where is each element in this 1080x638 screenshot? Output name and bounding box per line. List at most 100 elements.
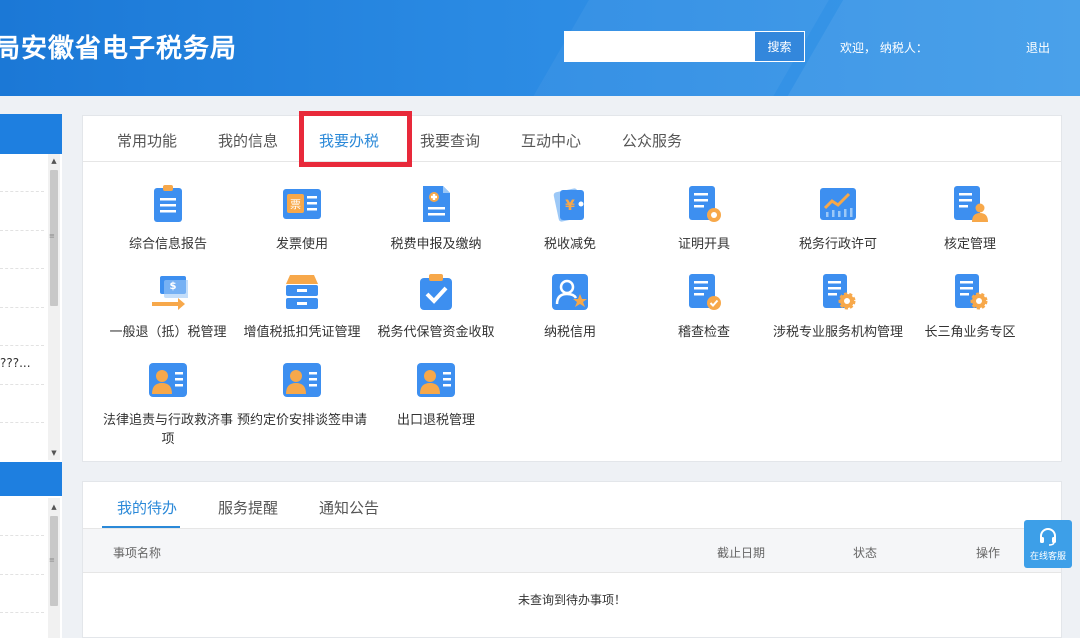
tile-label: 预约定价安排谈签申请 [236,413,367,428]
tab-query[interactable]: 我要查询 [420,130,480,151]
tile-yangtze-delta[interactable]: 长三角业务专区 [903,272,1037,342]
sidebar-divider [0,307,44,308]
column-header-action: 操作 [976,546,1001,560]
admin-permit-chart-icon [820,188,856,220]
function-panel: 常用功能 我的信息 我要办税 我要查询 互动中心 公众服务 综合信息报告 票 发… [82,111,1062,462]
scroll-grip-icon: ≡ [49,232,55,240]
tile-label: 证明开具 [677,237,730,252]
todo-panel: 我的待办 服务提醒 通知公告 事项名称 截止日期 状态 操作 未查询到待办事项！ [82,481,1062,638]
sidebar-divider [0,345,44,346]
sidebar-item[interactable]: ???... [0,356,31,370]
tab-notice[interactable]: 通知公告 [319,497,379,518]
tile-label: 税费申报及缴纳 [390,237,482,252]
todo-tabbar: 我的待办 服务提醒 通知公告 [83,482,1061,529]
tile-label: 增值税抵扣凭证管理 [243,325,361,340]
verification-mgmt-icon [954,186,988,222]
sidebar-panel-header [0,462,62,496]
tile-admin-permit[interactable]: 税务行政许可 [771,184,905,254]
tile-label: 涉税专业服务机构管理 [772,325,903,340]
tab-common-functions[interactable]: 常用功能 [117,130,177,151]
tile-tax-credit[interactable]: 纳税信用 [503,272,637,342]
credit-user-star-icon [552,274,588,310]
header-banner: 局安徽省电子税务局 搜索 欢迎， 纳税人： 退出 [0,0,1080,96]
tile-label: 长三角业务专区 [924,325,1016,340]
refund-money-icon: $ [152,276,190,310]
sidebar-panel-bottom: ▲ ≡ [0,462,62,638]
tile-custody-funds[interactable]: 税务代保管资金收取 [369,272,503,342]
sidebar-divider [0,422,44,423]
tab-my-info[interactable]: 我的信息 [218,130,278,151]
tile-verification-mgmt[interactable]: 核定管理 [903,184,1037,254]
site-title: 局安徽省电子税务局 [0,34,238,64]
tile-certificate-issue[interactable]: 证明开具 [637,184,771,254]
headset-icon [1040,528,1056,546]
report-doc-icon [154,185,182,222]
scroll-up-arrow-icon[interactable]: ▲ [49,502,59,512]
agency-gear-icon [823,274,856,310]
yangtze-gear-icon [955,274,988,310]
sidebar-scrollbar[interactable]: ▲ ≡ [48,498,60,638]
tile-label: 出口退税管理 [396,413,475,428]
online-service-button[interactable]: 在线客服 [1024,520,1072,568]
tile-label: 稽查检查 [677,325,730,340]
sidebar-divider [0,191,44,192]
scroll-grip-icon: ≡ [49,556,55,564]
svg-text:¥: ¥ [565,198,575,214]
svg-text:$: $ [170,281,177,292]
tab-public-service[interactable]: 公众服务 [622,130,682,151]
welcome-text: 欢迎， 纳税人： [840,41,928,55]
tax-reduction-icon: ¥ [553,188,584,222]
scroll-down-arrow-icon[interactable]: ▼ [49,448,59,458]
sidebar-divider [0,574,44,575]
vat-cabinet-icon [286,275,318,309]
pricing-id-card-icon [283,363,321,397]
sidebar-scrollbar[interactable]: ▲ ≡ ▼ [48,154,60,460]
column-header-item-name: 事项名称 [113,546,162,560]
tile-label: 税收减免 [543,237,596,252]
tile-label: 税务行政许可 [798,237,877,252]
sidebar-panel-top: ???... ▲ ≡ ▼ [0,114,62,462]
custody-check-icon [420,274,452,310]
tab-interaction-center[interactable]: 互动中心 [521,130,581,151]
tile-label: 发票使用 [275,237,328,252]
tile-vat-deduction[interactable]: 增值税抵扣凭证管理 [235,272,369,342]
sidebar-divider [0,230,44,231]
tile-tax-reduction[interactable]: ¥ 税收减免 [503,184,637,254]
sidebar-divider [0,268,44,269]
function-tabbar: 常用功能 我的信息 我要办税 我要查询 互动中心 公众服务 [83,111,1061,167]
search-button[interactable]: 搜索 [754,31,805,62]
export-refund-id-card-icon [417,363,455,397]
tile-inspection[interactable]: 稽查检查 [637,272,771,342]
logout-link[interactable]: 退出 [1026,39,1050,56]
tile-label: 综合信息报告 [128,237,207,252]
tab-my-todo[interactable]: 我的待办 [117,497,177,518]
tile-export-refund[interactable]: 出口退税管理 [369,360,503,430]
sidebar-panel-header [0,114,62,154]
highlight-annotation [299,111,412,167]
tile-label: 税务代保管资金收取 [377,325,495,340]
tile-tax-declaration[interactable]: 税费申报及缴纳 [369,184,503,254]
online-service-label: 在线客服 [1029,552,1066,562]
sidebar-divider [0,612,44,613]
declaration-icon [423,186,450,222]
inspection-doc-icon [689,274,721,310]
legal-id-card-icon [149,363,187,397]
tile-label: 核定管理 [943,237,996,252]
search-input[interactable] [564,31,754,62]
sidebar-divider [0,535,44,536]
scroll-up-arrow-icon[interactable]: ▲ [49,156,59,166]
tile-agency-mgmt[interactable]: 涉税专业服务机构管理 [771,272,905,342]
tile-general-refund[interactable]: $ 一般退（抵）税管理 [101,272,235,342]
certificate-icon [689,186,721,222]
tile-label: 纳税信用 [543,325,596,340]
empty-todo-message: 未查询到待办事项！ [517,593,626,607]
tab-service-reminder[interactable]: 服务提醒 [218,497,278,518]
column-header-deadline: 截止日期 [717,546,766,560]
tile-comprehensive-report[interactable]: 综合信息报告 [101,184,235,254]
invoice-icon: 票 [283,189,321,219]
tile-invoice-use[interactable]: 票 发票使用 [235,184,369,254]
todo-table-header: 事项名称 截止日期 状态 操作 [83,529,1061,573]
tile-legal-remedy[interactable]: 法律追责与行政救济事项 [101,360,235,449]
column-header-status: 状态 [853,546,878,560]
tile-pricing-arrangement[interactable]: 预约定价安排谈签申请 [235,360,369,430]
